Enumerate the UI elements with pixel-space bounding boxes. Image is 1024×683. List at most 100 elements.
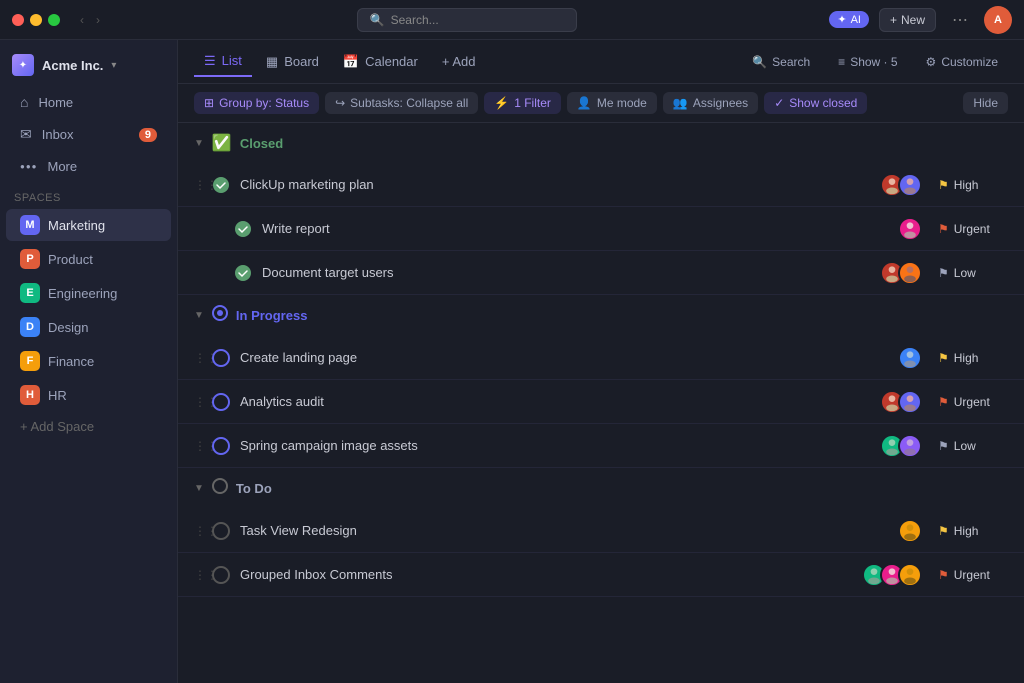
apps-grid-icon[interactable]: ⋯ — [946, 6, 974, 34]
list-tab-icon: ☰ — [204, 53, 216, 69]
back-arrow[interactable]: ‹ — [76, 11, 88, 29]
avatar — [898, 519, 922, 543]
table-row[interactable]: ⋮⋮ Task View Redesign ⚑ High — [178, 509, 1024, 553]
inbox-icon: ✉ — [20, 126, 32, 143]
priority-label: Low — [954, 266, 976, 280]
assignees-label: Assignees — [693, 96, 748, 110]
avatar — [898, 173, 922, 197]
home-icon: ⌂ — [20, 94, 28, 110]
table-row[interactable]: ⋮⋮ Analytics audit ⚑ Urgent — [178, 380, 1024, 424]
topbar: ‹ › 🔍 Search... ✦ AI + New ⋯ A — [0, 0, 1024, 40]
finance-dot: F — [20, 351, 40, 371]
priority-label: Low — [954, 439, 976, 453]
task-priority: ⚑ Urgent — [938, 568, 1008, 582]
sidebar-item-home[interactable]: ⌂ Home — [6, 87, 171, 117]
table-row[interactable]: Write report ⚑ Urgent — [178, 207, 1024, 251]
sidebar-item-more[interactable]: ●●● More — [6, 152, 171, 181]
table-row[interactable]: ⋮⋮ Spring campaign image assets ⚑ Low — [178, 424, 1024, 468]
drag-handle-icon: ⋮⋮ — [194, 178, 208, 192]
more-icon: ●●● — [20, 162, 38, 171]
product-label: Product — [48, 252, 93, 267]
subtasks-filter[interactable]: ↪ Subtasks: Collapse all — [325, 92, 478, 114]
priority-label: Urgent — [954, 568, 990, 582]
workspace-header[interactable]: ✦ Acme Inc. ▾ — [0, 48, 177, 82]
drag-handle-icon: ⋮⋮ — [194, 395, 208, 409]
row-checkbox[interactable] — [212, 437, 230, 455]
subtasks-icon: ↪ — [335, 96, 345, 110]
sidebar: ✦ Acme Inc. ▾ ⌂ Home ✉ Inbox 9 ●●● More … — [0, 40, 178, 683]
me-mode-chip[interactable]: 👤 Me mode — [567, 92, 657, 114]
priority-flag-icon: ⚑ — [938, 222, 949, 236]
group-by-filter[interactable]: ⊞ Group by: Status — [194, 92, 319, 114]
search-button[interactable]: 🔍 Search — [742, 50, 820, 74]
drag-handle-icon: ⋮⋮ — [194, 439, 208, 453]
show-closed-chip[interactable]: ✓ Show closed — [764, 92, 867, 114]
task-assignees — [880, 173, 922, 197]
assignees-chip[interactable]: 👥 Assignees — [663, 92, 758, 114]
sidebar-item-finance[interactable]: F Finance — [6, 345, 171, 377]
minimize-window-button[interactable] — [30, 14, 42, 26]
sidebar-inbox-label: Inbox — [42, 127, 74, 142]
closed-chevron-icon: ▼ — [194, 138, 204, 149]
tab-board[interactable]: ▦ Board — [256, 48, 329, 76]
topbar-left: ‹ › — [12, 11, 104, 29]
hr-dot: H — [20, 385, 40, 405]
customize-button[interactable]: ⚙ Customize — [916, 50, 1008, 74]
tab-calendar[interactable]: 📅 Calendar — [333, 48, 428, 76]
maximize-window-button[interactable] — [48, 14, 60, 26]
sidebar-item-product[interactable]: P Product — [6, 243, 171, 275]
sidebar-item-hr[interactable]: H HR — [6, 379, 171, 411]
topbar-center: 🔍 Search... — [104, 8, 829, 32]
new-button[interactable]: + New — [879, 8, 936, 32]
priority-label: High — [954, 524, 979, 538]
task-list: ▼ ✅ Closed ⋮⋮ ClickUp marketing plan — [178, 123, 1024, 683]
task-assignees — [880, 261, 922, 285]
inbox-badge: 9 — [139, 128, 157, 142]
row-checkbox[interactable] — [212, 393, 230, 411]
drag-handle-icon: ⋮⋮ — [194, 351, 208, 365]
tab-list[interactable]: ☰ List — [194, 47, 252, 77]
close-window-button[interactable] — [12, 14, 24, 26]
sidebar-more-label: More — [48, 159, 78, 174]
view-tabs: ☰ List ▦ Board 📅 Calendar + Add 🔍 Search — [178, 40, 1024, 84]
priority-flag-icon: ⚑ — [938, 568, 949, 582]
section-header-todo[interactable]: ▼ To Do — [178, 468, 1024, 509]
row-checkbox[interactable] — [212, 176, 230, 194]
inprogress-chevron-icon: ▼ — [194, 310, 204, 321]
hide-chip[interactable]: Hide — [963, 92, 1008, 114]
user-avatar[interactable]: A — [984, 6, 1012, 34]
show-icon: ≡ — [838, 55, 845, 69]
table-row[interactable]: ⋮⋮ ClickUp marketing plan ⚑ High — [178, 163, 1024, 207]
board-tab-label: Board — [284, 54, 319, 69]
avatar — [898, 390, 922, 414]
table-row[interactable]: ⋮⋮ Create landing page ⚑ High — [178, 336, 1024, 380]
forward-arrow[interactable]: › — [92, 11, 104, 29]
calendar-tab-label: Calendar — [365, 54, 418, 69]
row-checkbox[interactable] — [212, 522, 230, 540]
row-checkbox[interactable] — [234, 220, 252, 238]
ai-icon: ✦ — [837, 13, 846, 26]
table-row[interactable]: Document target users ⚑ Low — [178, 251, 1024, 295]
todo-status-icon — [212, 478, 228, 499]
add-space-button[interactable]: + Add Space — [6, 413, 171, 440]
avatar — [898, 346, 922, 370]
priority-flag-icon: ⚑ — [938, 178, 949, 192]
sidebar-item-inbox[interactable]: ✉ Inbox 9 — [6, 119, 171, 150]
section-header-closed[interactable]: ▼ ✅ Closed — [178, 123, 1024, 163]
sidebar-item-engineering[interactable]: E Engineering — [6, 277, 171, 309]
ai-badge[interactable]: ✦ AI — [829, 11, 869, 28]
row-checkbox[interactable] — [212, 349, 230, 367]
sidebar-item-marketing[interactable]: M Marketing — [6, 209, 171, 241]
show-button[interactable]: ≡ Show · 5 — [828, 50, 907, 74]
workspace-name: Acme Inc. — [42, 58, 103, 73]
table-row[interactable]: ⋮⋮ Grouped Inbox Comments — [178, 553, 1024, 597]
inprogress-status-icon — [212, 305, 228, 326]
section-header-inprogress[interactable]: ▼ In Progress — [178, 295, 1024, 336]
add-view-button[interactable]: + Add — [432, 48, 486, 75]
row-checkbox[interactable] — [234, 264, 252, 282]
closed-section-title: Closed — [240, 136, 283, 151]
filter-chip[interactable]: ⚡ 1 Filter — [484, 92, 561, 114]
row-checkbox[interactable] — [212, 566, 230, 584]
global-search-bar[interactable]: 🔍 Search... — [357, 8, 577, 32]
sidebar-item-design[interactable]: D Design — [6, 311, 171, 343]
